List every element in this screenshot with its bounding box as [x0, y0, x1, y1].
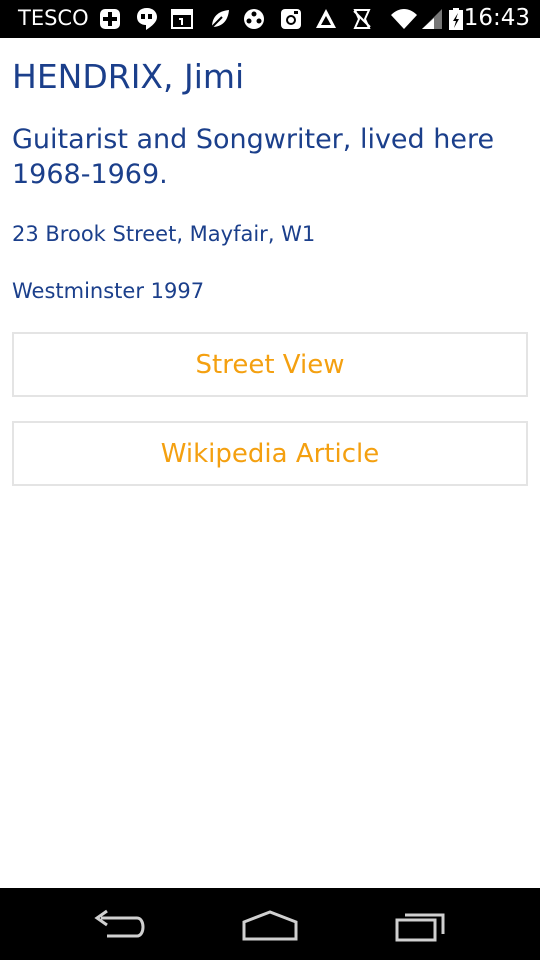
- wikipedia-article-button[interactable]: Wikipedia Article: [12, 421, 528, 486]
- plaque-name: HENDRIX, Jimi: [12, 57, 245, 96]
- calendar-icon: [171, 9, 193, 29]
- tree-icon: [316, 9, 336, 28]
- media-icon: [244, 9, 264, 29]
- street-view-button[interactable]: Street View: [12, 332, 528, 397]
- navigation-bar: [0, 888, 540, 960]
- battery-icon: [449, 8, 463, 30]
- leaf-icon: [211, 10, 229, 28]
- plaque-erected: Westminster 1997: [12, 279, 205, 303]
- plaque-address: 23 Brook Street, Mayfair, W1: [12, 222, 316, 246]
- recents-icon[interactable]: [385, 906, 455, 946]
- instagram-icon: [281, 9, 301, 29]
- clock: 16:43: [463, 5, 530, 31]
- back-icon[interactable]: [85, 906, 155, 946]
- status-bar: TESCO 16:43: [0, 0, 540, 38]
- plaque-description: Guitarist and Songwriter, lived here 196…: [12, 124, 495, 190]
- silent-icon: [353, 9, 371, 29]
- plaque-detail: HENDRIX, Jimi Guitarist and Songwriter, …: [0, 38, 540, 888]
- wifi-icon: [391, 9, 417, 29]
- signal-icon: [422, 9, 442, 29]
- carrier-label: TESCO: [18, 6, 89, 30]
- hangouts-icon: [137, 8, 157, 30]
- add-icon: [100, 9, 120, 29]
- home-icon[interactable]: [235, 906, 305, 946]
